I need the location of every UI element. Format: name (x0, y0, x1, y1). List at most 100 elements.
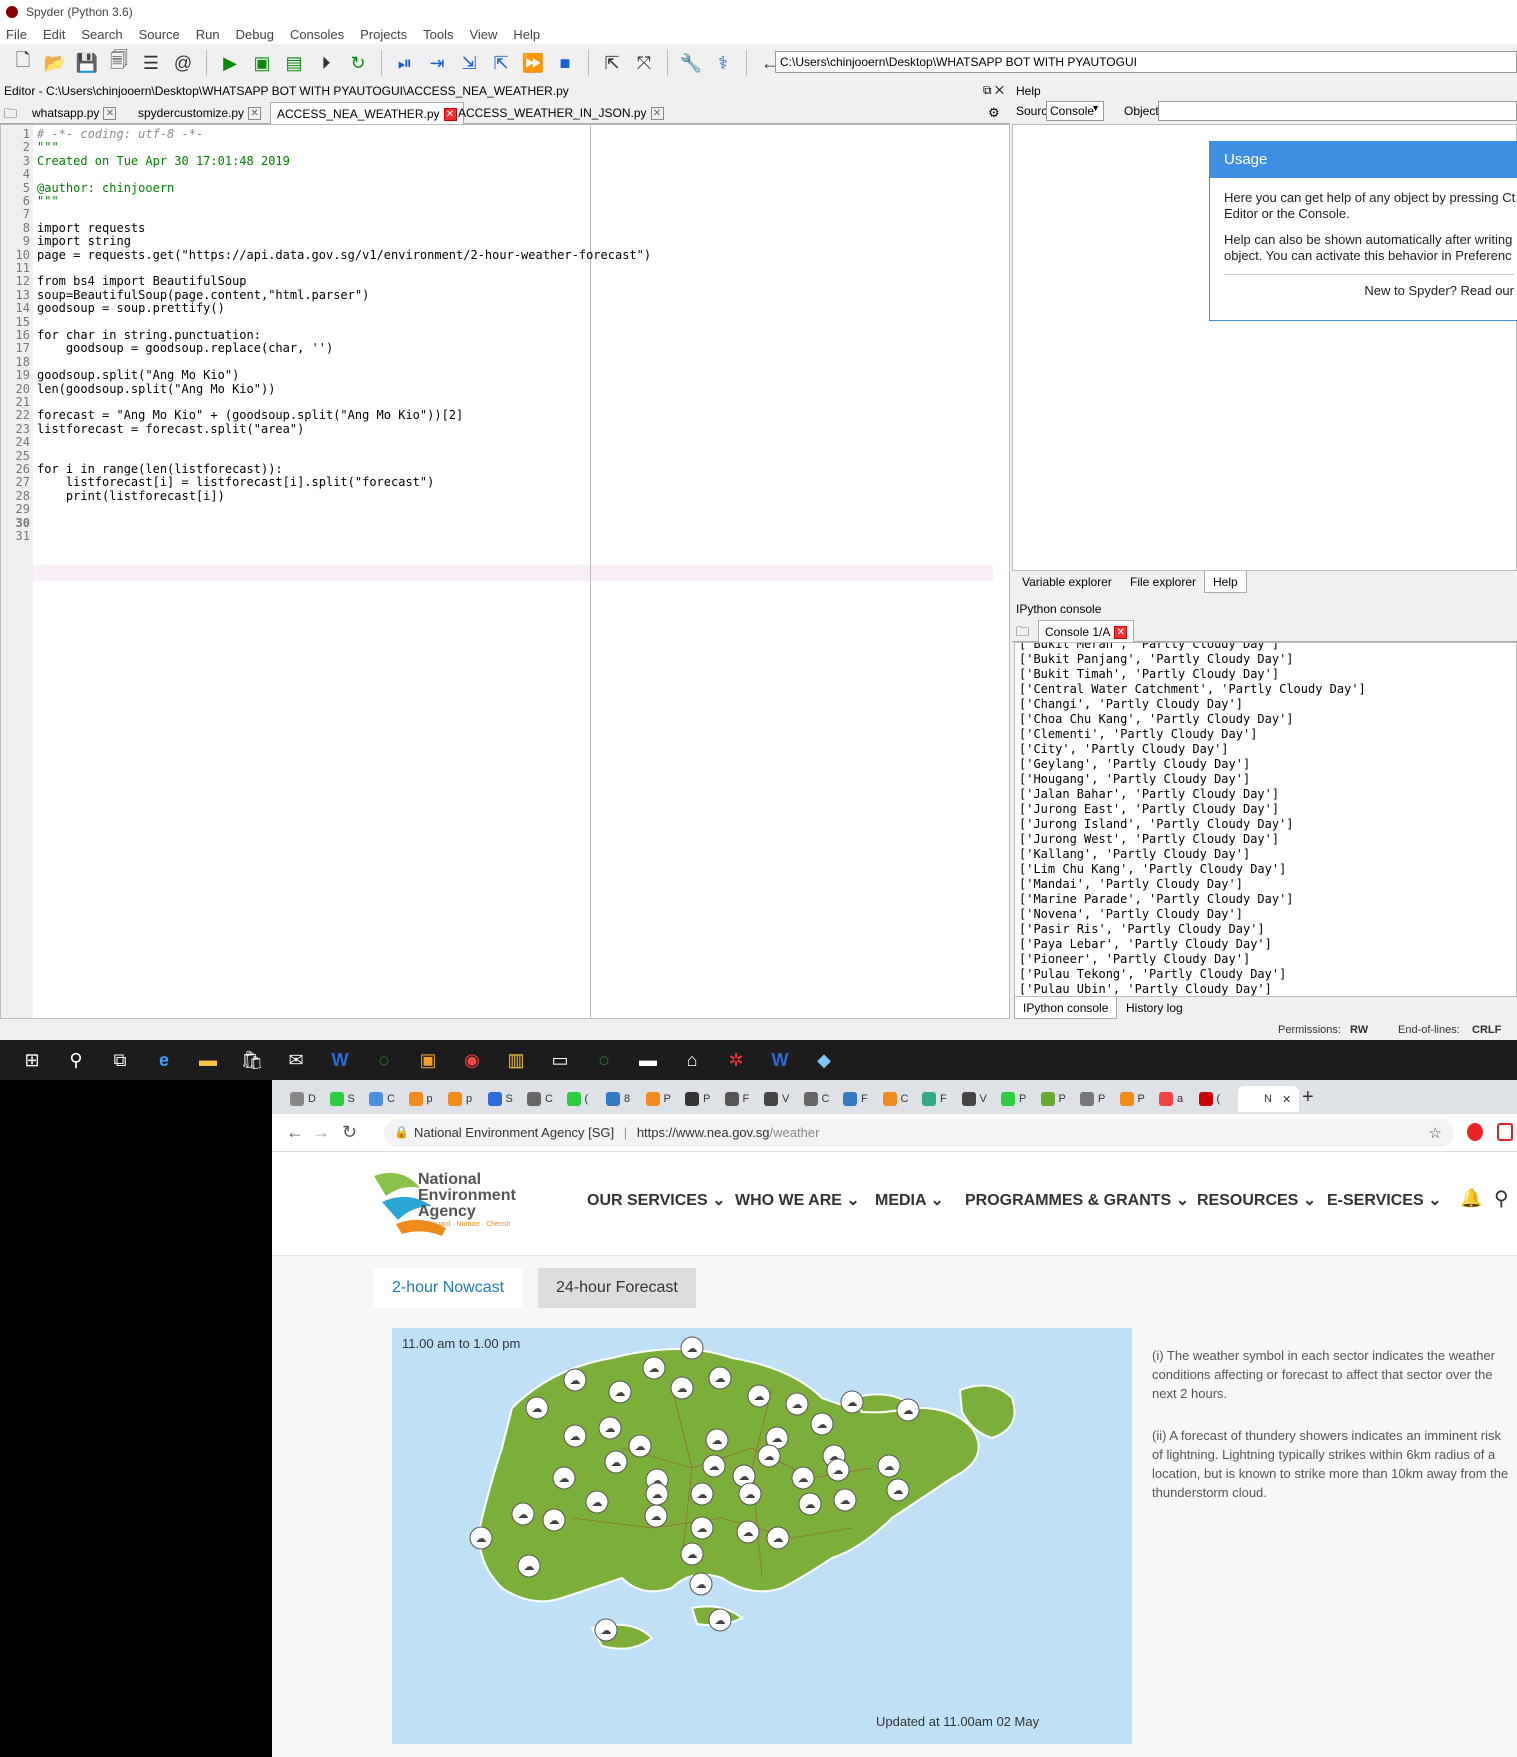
mail-icon[interactable]: ✉ (274, 1040, 318, 1080)
browser-tab[interactable]: V (764, 1086, 789, 1112)
tab-access-weather-json[interactable]: ACCESS_WEATHER_IN_JSON.py ✕ (452, 102, 670, 124)
omnibox[interactable]: 🔒 National Environment Agency [SG] | htt… (384, 1119, 1454, 1147)
continue-icon[interactable]: ⏩ (520, 50, 546, 76)
menu-source[interactable]: Source (139, 27, 180, 42)
source-select[interactable]: Console ▼ (1046, 101, 1104, 121)
app-circle-icon[interactable]: ◌ (362, 1040, 406, 1080)
browser-tab[interactable]: P (1001, 1086, 1026, 1112)
tab-console-1a[interactable]: Console 1/A ✕ (1038, 620, 1135, 642)
run-selection-icon[interactable]: ⏵ (313, 50, 339, 76)
step-into-icon[interactable]: ⇲ (456, 50, 482, 76)
menu-view[interactable]: View (469, 27, 497, 42)
word-2-icon[interactable]: W (758, 1040, 802, 1080)
new-tab-icon[interactable]: + (1302, 1086, 1314, 1109)
menu-run[interactable]: Run (196, 27, 220, 42)
run-cell-icon[interactable]: ▣ (249, 50, 275, 76)
tab-2-hour-nowcast[interactable]: 2-hour Nowcast (374, 1268, 523, 1308)
browser-tab[interactable]: p (408, 1086, 433, 1112)
browser-tab[interactable]: V (961, 1086, 987, 1112)
tab-variable-explorer[interactable]: Variable explorer (1014, 571, 1120, 593)
outlook-icon[interactable]: ▣ (406, 1040, 450, 1080)
object-input[interactable] (1158, 101, 1517, 121)
working-directory-field[interactable]: C:\Users\chinjooern\Desktop\WHATSAPP BOT… (775, 51, 1517, 73)
python-path-icon[interactable]: ⚕ (710, 50, 736, 76)
nav-our-services[interactable]: OUR SERVICES ⌄ (587, 1190, 725, 1210)
menu-projects[interactable]: Projects (360, 27, 407, 42)
opera-extension-icon[interactable] (1467, 1123, 1483, 1141)
menu-tools[interactable]: Tools (423, 27, 453, 42)
menu-search[interactable]: Search (81, 27, 122, 42)
browser-tab[interactable]: a (1159, 1086, 1183, 1112)
terminal-icon[interactable]: ▬ (626, 1040, 670, 1080)
browser-tab[interactable]: N ✕ (1238, 1086, 1300, 1112)
browser-tab[interactable]: C (527, 1086, 553, 1112)
save-all-icon[interactable]: 🗐 (106, 50, 132, 76)
browser-tab[interactable]: C (369, 1086, 395, 1112)
preferences-wrench-icon[interactable]: 🔧 (678, 50, 704, 76)
bell-icon[interactable]: 🔔 (1460, 1188, 1482, 1209)
outline-icon[interactable]: ☰ (138, 50, 164, 76)
edge-browser-icon[interactable]: e (142, 1040, 186, 1080)
browser-tab[interactable]: S (329, 1086, 355, 1112)
store-icon[interactable]: 🛍 (230, 1040, 274, 1080)
menu-help[interactable]: Help (513, 27, 540, 42)
reload-icon[interactable]: ↻ (342, 1122, 357, 1143)
step-return-icon[interactable]: ⇱ (488, 50, 514, 76)
tab-ipython-console[interactable]: IPython console (1014, 997, 1118, 1019)
browser-tab[interactable]: S (487, 1086, 513, 1112)
notepad-icon[interactable]: ▭ (538, 1040, 582, 1080)
save-icon[interactable]: 💾 (74, 50, 100, 76)
browser-tab[interactable]: P (1080, 1086, 1105, 1112)
browser-tab[interactable]: P (1119, 1086, 1145, 1112)
browser-tab[interactable]: F (922, 1086, 947, 1112)
close-tab-icon[interactable]: ✕ (1282, 1093, 1291, 1106)
search-icon[interactable]: ⚲ (54, 1040, 98, 1080)
browser-tab[interactable]: F (843, 1086, 868, 1112)
back-arrow-icon[interactable]: ← (286, 1122, 304, 1143)
tab-history-log[interactable]: History log (1118, 997, 1191, 1019)
run-icon[interactable]: ▶ (217, 50, 243, 76)
powerbi-icon[interactable]: ▥ (494, 1040, 538, 1080)
app-circle-2-icon[interactable]: ◌ (582, 1040, 626, 1080)
tab-24-hour-forecast[interactable]: 24-hour Forecast (538, 1268, 696, 1308)
singapore-weather-map[interactable]: ☁ ☁ ☁ ☁ ☁ ☁ ☁ ☁ ☁ ☁ ☁ ☁ ☁ ☁ ☁ ☁ ☁ ☁ ☁ ☁ ☁ ☁ ☁ ☁ ☁ ☁ ☁ ☁ ☁ ☁ ☁ ☁ ☁ ☁ ☁ ☁ ☁ ☁ ☁ ☁… (392, 1328, 1132, 1744)
extension-icon[interactable] (1497, 1123, 1513, 1141)
menu-file[interactable]: File (6, 27, 27, 42)
menu-consoles[interactable]: Consoles (290, 27, 344, 42)
undock-close-icon[interactable]: ⧉ ✕ (983, 83, 1004, 98)
close-tab-icon[interactable]: ✕ (248, 107, 262, 121)
app-blue-icon[interactable]: ◆ (802, 1040, 846, 1080)
menu-debug[interactable]: Debug (236, 27, 274, 42)
nav-resources[interactable]: RESOURCES ⌄ (1197, 1190, 1316, 1210)
menu-edit[interactable]: Edit (43, 27, 65, 42)
new-file-icon[interactable]: 🗋 (10, 50, 36, 76)
at-icon[interactable]: @ (170, 50, 196, 76)
rerun-icon[interactable]: ↻ (345, 50, 371, 76)
options-gear-icon[interactable]: ⚙ (988, 105, 1000, 121)
debug-icon[interactable]: ⏯ (392, 50, 418, 76)
browser-tab[interactable]: C (882, 1086, 908, 1112)
bookmark-star-icon[interactable]: ☆ (1429, 1124, 1442, 1142)
browser-tab[interactable]: F (724, 1086, 749, 1112)
tab-whatsapp[interactable]: whatsapp.py ✕ (26, 102, 122, 124)
nav-media[interactable]: MEDIA ⌄ (875, 1190, 944, 1210)
file-explorer-icon[interactable]: ▬ (186, 1040, 230, 1080)
nav-programmes-grants[interactable]: PROGRAMMES & GRANTS ⌄ (965, 1190, 1189, 1210)
tab-access-nea-weather[interactable]: ACCESS_NEA_WEATHER.py ✕ (270, 102, 464, 124)
code-editor[interactable]: 1 2 3 4 5 6 7 8 9 10 11 12 13 14 15 16 17 18 19 20 21 22 23 24 2… (0, 124, 1010, 1019)
nav-e-services[interactable]: E-SERVICES ⌄ (1327, 1190, 1441, 1210)
browser-tab[interactable]: 8 (606, 1086, 630, 1112)
browser-tab[interactable]: D (290, 1086, 316, 1112)
tab-file-explorer[interactable]: File explorer (1122, 571, 1204, 593)
forward-arrow-icon[interactable]: → (312, 1122, 330, 1143)
network-icon[interactable]: ⌂ (670, 1040, 714, 1080)
step-icon[interactable]: ⇥ (424, 50, 450, 76)
close-tab-icon[interactable]: ✕ (1114, 626, 1128, 640)
word-icon[interactable]: W (318, 1040, 362, 1080)
tab-spydercustomize[interactable]: spydercustomize.py ✕ (132, 102, 267, 124)
windows-start-icon[interactable]: ⊞ (10, 1040, 54, 1080)
close-tab-icon[interactable]: ✕ (650, 107, 664, 121)
chrome-icon[interactable]: ◉ (450, 1040, 494, 1080)
nav-who-we-are[interactable]: WHO WE ARE ⌄ (735, 1190, 860, 1210)
tab-help[interactable]: Help (1204, 571, 1247, 593)
